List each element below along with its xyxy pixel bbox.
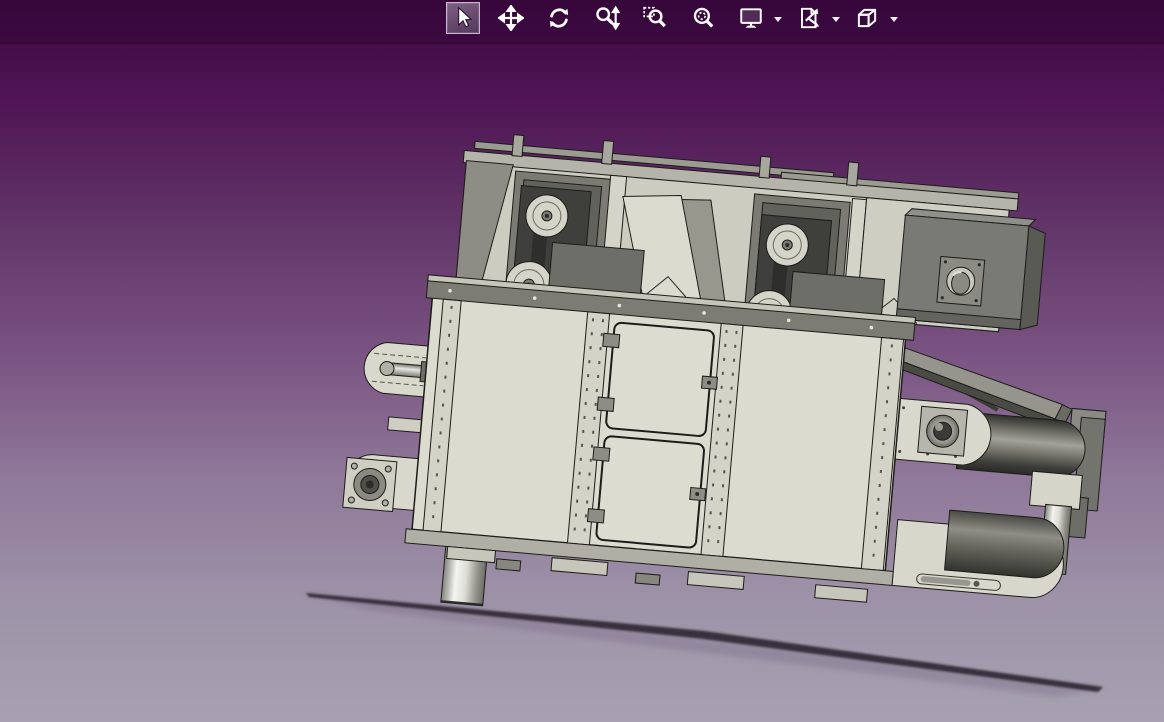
select-tool-button[interactable] — [446, 2, 480, 34]
zoom-window-tool-button[interactable] — [638, 2, 672, 34]
access-door-lower — [586, 435, 707, 549]
quick-view-icon — [796, 5, 822, 31]
ground-shadow — [300, 592, 1105, 697]
3d-viewport[interactable] — [0, 0, 1164, 722]
rotate-arrows-icon — [546, 5, 572, 31]
isometric-view-button[interactable] — [850, 2, 884, 34]
zoom-window-icon — [642, 5, 668, 31]
monitor-icon — [738, 5, 764, 31]
zoom-fit-tool-button[interactable] — [686, 2, 720, 34]
zoom-magnifier-icon — [594, 5, 620, 31]
quick-view-dropdown-caret[interactable] — [832, 16, 840, 22]
zoom-tool-button[interactable] — [590, 2, 624, 34]
pan-tool-button[interactable] — [494, 2, 528, 34]
main-cabinet — [404, 274, 916, 603]
view-toolbar — [446, 0, 908, 36]
machine-3d-model — [300, 134, 1107, 697]
normal-view-dropdown-caret[interactable] — [774, 16, 782, 22]
rotate-tool-button[interactable] — [542, 2, 576, 34]
access-door-upper — [596, 321, 719, 437]
exhaust-box — [895, 208, 1046, 331]
pan-arrows-icon — [498, 5, 524, 31]
zoom-fit-icon — [690, 5, 716, 31]
isometric-view-dropdown-caret[interactable] — [890, 16, 898, 22]
left-ledge — [387, 416, 426, 434]
isometric-cube-icon — [854, 5, 880, 31]
cursor-arrow-icon — [450, 5, 476, 31]
right-roller-assembly-lower — [891, 509, 1065, 598]
cad-application-window: { "window": { "kind": "3D CAD viewer", "… — [0, 0, 1164, 722]
normal-view-button[interactable] — [734, 2, 768, 34]
quick-view-button[interactable] — [792, 2, 826, 34]
